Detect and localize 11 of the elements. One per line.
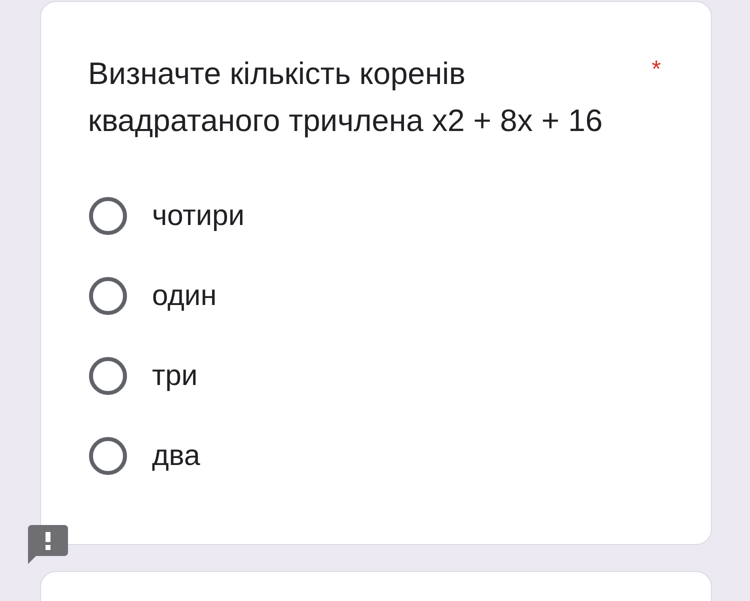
option-label[interactable]: три xyxy=(152,359,198,393)
radio-button[interactable] xyxy=(89,197,127,235)
option-label[interactable]: чотири xyxy=(152,199,244,233)
required-asterisk: * xyxy=(652,58,661,82)
radio-button[interactable] xyxy=(89,437,127,475)
question-text: Визначте кількість коренів квадратаного тричлена x2 + 8x + 16 xyxy=(88,55,604,140)
radio-button[interactable] xyxy=(89,357,127,395)
option-label[interactable]: один xyxy=(152,279,217,313)
radio-button[interactable] xyxy=(89,277,127,315)
exclamation-bubble-icon[interactable] xyxy=(28,525,68,564)
option-label[interactable]: два xyxy=(152,439,200,473)
